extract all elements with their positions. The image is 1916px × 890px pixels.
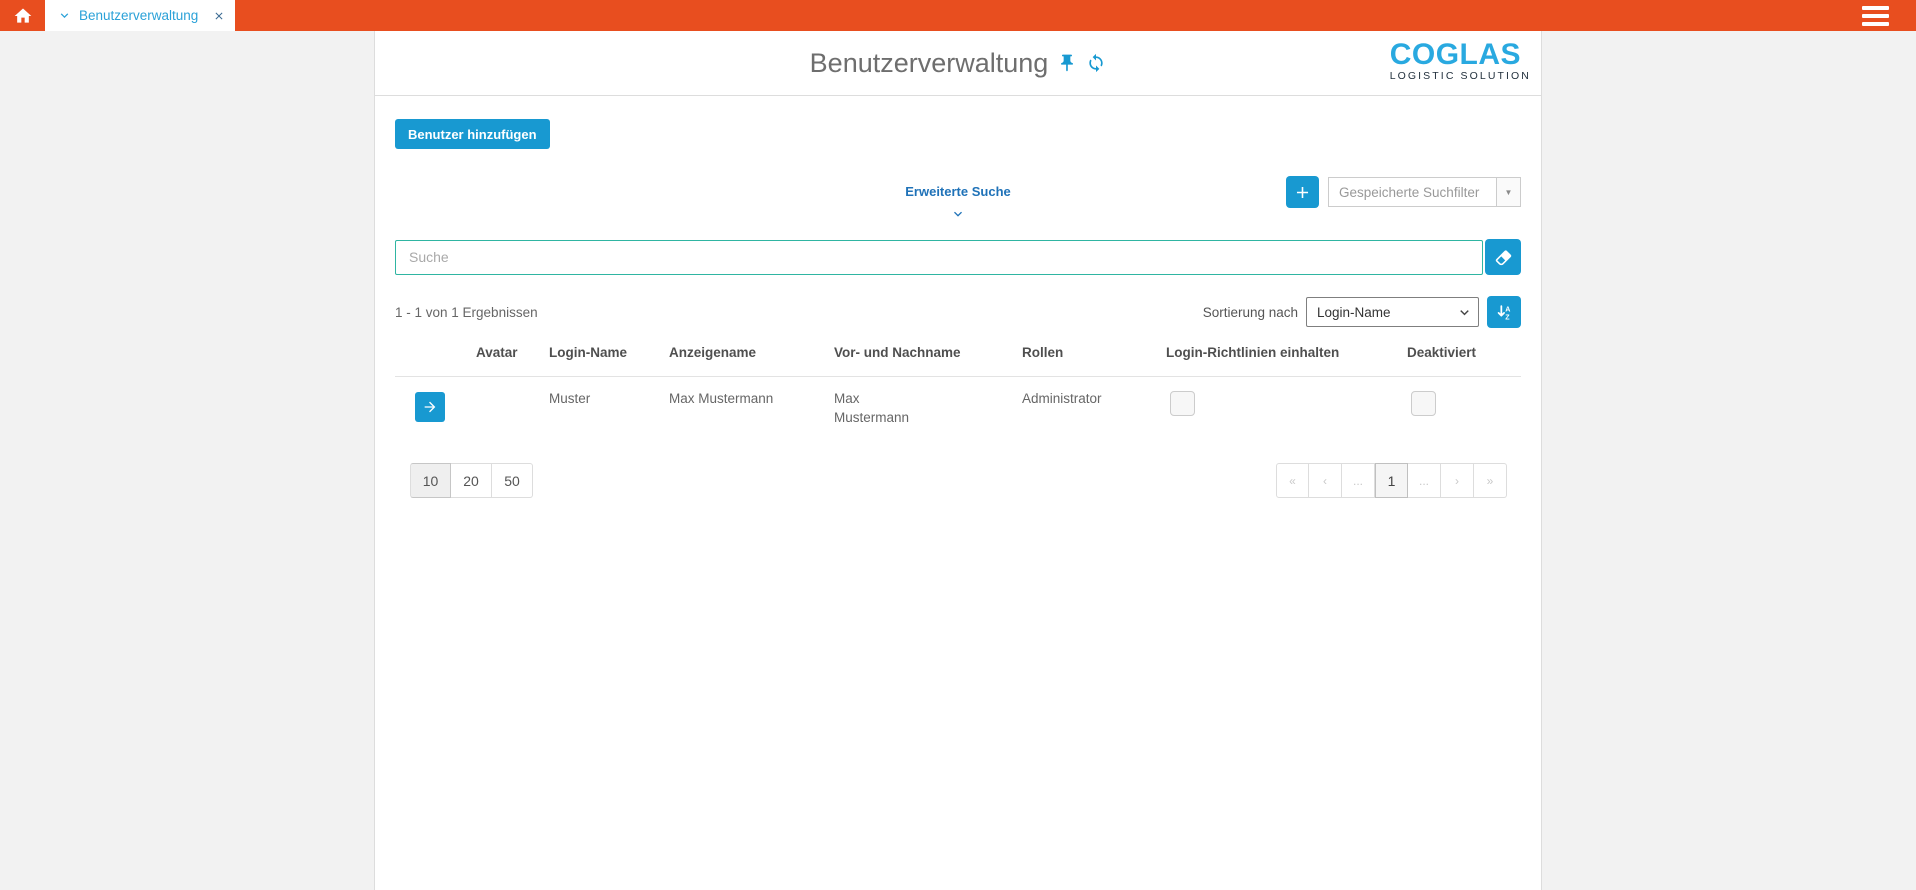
open-user-button[interactable] [415,392,445,422]
first-page-button[interactable]: « [1276,463,1309,498]
tab-benutzerverwaltung[interactable]: Benutzerverwaltung [45,0,235,31]
table-header-row: Avatar Login-Name Anzeigename Vor- und N… [395,345,1521,377]
eraser-icon [1495,249,1511,265]
next-page-button[interactable]: › [1441,463,1474,498]
content-card: Benutzerverwaltung COGLAS LOGISTIC SOLUT… [374,31,1542,890]
clear-search-button[interactable] [1485,239,1521,275]
last-page-button[interactable]: » [1474,463,1507,498]
column-header-rollen: Rollen [1022,345,1064,360]
saved-filters-placeholder: Gespeicherte Suchfilter [1339,184,1480,200]
sort-controls: Sortierung nach Login-Name A Z [1203,296,1521,328]
users-table: Avatar Login-Name Anzeigename Vor- und N… [395,345,1521,443]
sort-alpha-icon: A Z [1497,304,1510,321]
column-header-login-name: Login-Name [549,345,628,360]
page-size-20-button[interactable]: 20 [451,463,492,498]
refresh-icon[interactable] [1086,53,1106,73]
menu-button[interactable] [1862,0,1889,31]
cell-login-policy [1166,376,1407,443]
coglas-logo: COGLAS LOGISTIC SOLUTION [1389,38,1531,83]
sort-field-select[interactable]: Login-Name [1306,297,1479,327]
hamburger-icon [1862,5,1889,10]
home-button[interactable] [0,0,45,31]
cell-roles: Administrator [1022,376,1166,443]
logo-wordmark: COGLAS [1389,38,1522,71]
add-filter-button[interactable] [1286,176,1319,208]
card-header: Benutzerverwaltung COGLAS LOGISTIC SOLUT… [375,31,1541,96]
sort-field-value: Login-Name [1317,304,1391,320]
cell-deactivated [1407,376,1521,443]
pager: « ‹ ... 1 ... › » [1276,463,1507,498]
select-dropdown-arrow-icon[interactable]: ▼ [1496,178,1520,206]
chevron-down-icon [1460,309,1469,315]
page-size-selector: 10 20 50 [410,463,533,498]
pagination-row: 10 20 50 « ‹ ... 1 ... › » [395,463,1521,498]
advanced-search-chevron-icon[interactable] [950,206,966,222]
logo-tagline: LOGISTIC SOLUTION [1389,70,1531,82]
topbar: Benutzerverwaltung [0,0,1916,31]
tab-close-icon[interactable] [213,10,225,22]
tab-chevron-down-icon[interactable] [57,8,72,23]
tab-label: Benutzerverwaltung [79,8,199,23]
svg-text:A: A [1505,305,1510,313]
deactivated-checkbox[interactable] [1411,391,1436,416]
results-summary: 1 - 1 von 1 Ergebnissen [395,304,538,320]
saved-filters-select[interactable]: Gespeicherte Suchfilter ▼ [1328,177,1521,207]
cell-login-name: Muster [549,376,669,443]
ellipsis-left-button[interactable]: ... [1342,463,1375,498]
svg-text:Z: Z [1505,313,1510,321]
search-area: Erweiterte Suche Gespeicherte Suchfilter… [395,176,1521,275]
advanced-search-link[interactable]: Erweiterte Suche [905,184,1011,199]
add-user-button[interactable]: Benutzer hinzufügen [395,119,550,149]
arrow-right-icon [424,401,436,413]
column-header-avatar: Avatar [476,345,518,360]
sort-label: Sortierung nach [1202,304,1298,320]
column-header-anzeigename: Anzeigename [669,345,757,360]
plus-icon [1296,186,1309,198]
results-row: 1 - 1 von 1 Ergebnissen Sortierung nach … [395,296,1521,328]
column-header-login-richtlinien: Login-Richtlinien einhalten [1166,345,1340,360]
cell-avatar [476,376,549,443]
sort-direction-button[interactable]: A Z [1487,296,1521,328]
page-size-50-button[interactable]: 50 [492,463,533,498]
pin-icon[interactable] [1057,53,1077,73]
login-policy-checkbox[interactable] [1170,391,1195,416]
page-title: Benutzerverwaltung [809,47,1049,78]
card-body: Benutzer hinzufügen Erweiterte Suche Ges… [375,96,1541,498]
page-1-button[interactable]: 1 [1375,463,1408,498]
cell-display-name: Max Mustermann [669,376,834,443]
table-row: Muster Max Mustermann Max Mustermann Adm… [395,376,1521,443]
column-header-vor-und-nachname: Vor- und Nachname [834,345,961,360]
column-header-deaktiviert: Deaktiviert [1407,345,1477,360]
column-header-action [395,345,476,377]
page-size-10-button[interactable]: 10 [410,463,451,498]
previous-page-button[interactable]: ‹ [1309,463,1342,498]
ellipsis-right-button[interactable]: ... [1408,463,1441,498]
saved-filters-controls: Gespeicherte Suchfilter ▼ [1286,176,1521,208]
home-icon [14,8,31,23]
search-input[interactable] [395,239,1483,275]
cell-full-name: Max Mustermann [834,376,1022,443]
